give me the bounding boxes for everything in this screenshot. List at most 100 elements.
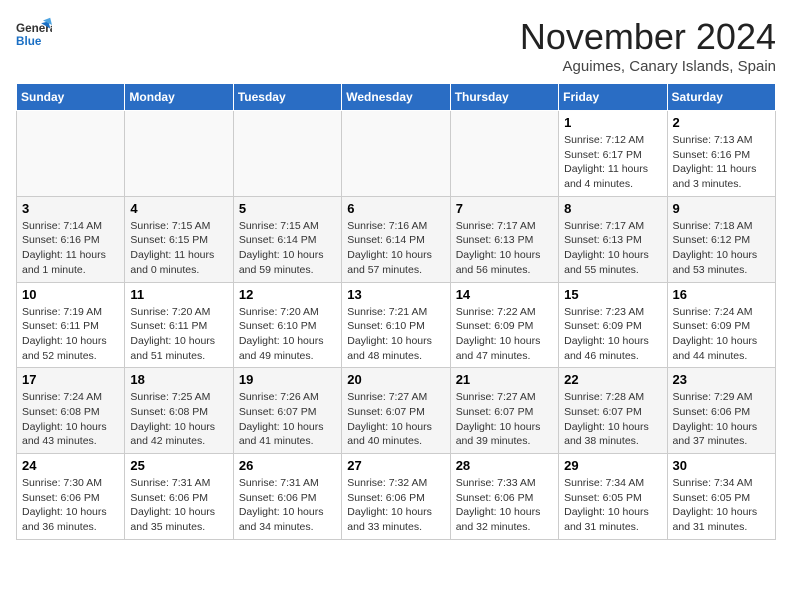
calendar-day-24: 24 Sunrise: 7:30 AMSunset: 6:06 PMDayligh…	[17, 454, 125, 540]
day-number: 3	[22, 201, 119, 216]
day-number: 12	[239, 287, 336, 302]
calendar-day-22: 22 Sunrise: 7:28 AMSunset: 6:07 PMDayligh…	[559, 368, 667, 454]
day-info: Sunrise: 7:26 AMSunset: 6:07 PMDaylight:…	[239, 390, 336, 449]
day-info: Sunrise: 7:28 AMSunset: 6:07 PMDaylight:…	[564, 390, 661, 449]
calendar-day-27: 27 Sunrise: 7:32 AMSunset: 6:06 PMDayligh…	[342, 454, 450, 540]
day-number: 11	[130, 287, 227, 302]
weekday-header-wednesday: Wednesday	[342, 84, 450, 111]
calendar-day-28: 28 Sunrise: 7:33 AMSunset: 6:06 PMDayligh…	[450, 454, 558, 540]
calendar-day-1: 1 Sunrise: 7:12 AMSunset: 6:17 PMDaylight…	[559, 111, 667, 197]
weekday-header-sunday: Sunday	[17, 84, 125, 111]
calendar-week-row: 10 Sunrise: 7:19 AMSunset: 6:11 PMDayligh…	[17, 282, 776, 368]
day-number: 17	[22, 372, 119, 387]
calendar-day-12: 12 Sunrise: 7:20 AMSunset: 6:10 PMDayligh…	[233, 282, 341, 368]
day-number: 27	[347, 458, 444, 473]
day-number: 26	[239, 458, 336, 473]
calendar-day-11: 11 Sunrise: 7:20 AMSunset: 6:11 PMDayligh…	[125, 282, 233, 368]
calendar-week-row: 17 Sunrise: 7:24 AMSunset: 6:08 PMDayligh…	[17, 368, 776, 454]
day-info: Sunrise: 7:16 AMSunset: 6:14 PMDaylight:…	[347, 219, 444, 278]
day-number: 28	[456, 458, 553, 473]
calendar-day-23: 23 Sunrise: 7:29 AMSunset: 6:06 PMDayligh…	[667, 368, 775, 454]
svg-text:Blue: Blue	[16, 35, 42, 48]
calendar-day-8: 8 Sunrise: 7:17 AMSunset: 6:13 PMDaylight…	[559, 196, 667, 282]
page-header: General Blue November 2024 Aguimes, Cana…	[16, 16, 776, 75]
day-info: Sunrise: 7:20 AMSunset: 6:11 PMDaylight:…	[130, 305, 227, 364]
calendar-day-7: 7Sunrise: 7:17 AMSunset: 6:13 PMDaylight…	[450, 196, 558, 282]
day-number: 10	[22, 287, 119, 302]
weekday-header-saturday: Saturday	[667, 84, 775, 111]
calendar-day-16: 16Sunrise: 7:24 AMSunset: 6:09 PMDayligh…	[667, 282, 775, 368]
day-info: Sunrise: 7:22 AMSunset: 6:09 PMDaylight:…	[456, 305, 553, 364]
day-info: Sunrise: 7:27 AMSunset: 6:07 PMDaylight:…	[347, 390, 444, 449]
day-number: 22	[564, 372, 661, 387]
calendar-day-17: 17 Sunrise: 7:24 AMSunset: 6:08 PMDayligh…	[17, 368, 125, 454]
calendar-day-29: 29 Sunrise: 7:34 AMSunset: 6:05 PMDayligh…	[559, 454, 667, 540]
day-info: Sunrise: 7:34 AMSunset: 6:05 PMDaylight:…	[564, 476, 661, 535]
day-number: 4	[130, 201, 227, 216]
day-info: Sunrise: 7:21 AMSunset: 6:10 PMDaylight:…	[347, 305, 444, 364]
calendar-day-6: 6 Sunrise: 7:16 AMSunset: 6:14 PMDaylight…	[342, 196, 450, 282]
calendar-day-18: 18Sunrise: 7:25 AMSunset: 6:08 PMDayligh…	[125, 368, 233, 454]
calendar-day-empty	[125, 111, 233, 197]
weekday-header-friday: Friday	[559, 84, 667, 111]
day-info: Sunrise: 7:13 AMSunset: 6:16 PMDaylight:…	[673, 133, 770, 192]
day-number: 5	[239, 201, 336, 216]
calendar-day-20: 20Sunrise: 7:27 AMSunset: 6:07 PMDayligh…	[342, 368, 450, 454]
day-info: Sunrise: 7:15 AMSunset: 6:15 PMDaylight:…	[130, 219, 227, 278]
calendar-table: SundayMondayTuesdayWednesdayThursdayFrid…	[16, 83, 776, 540]
calendar-day-10: 10 Sunrise: 7:19 AMSunset: 6:11 PMDayligh…	[17, 282, 125, 368]
weekday-header-row: SundayMondayTuesdayWednesdayThursdayFrid…	[17, 84, 776, 111]
calendar-day-30: 30 Sunrise: 7:34 AMSunset: 6:05 PMDayligh…	[667, 454, 775, 540]
month-title: November 2024	[520, 16, 776, 58]
day-info: Sunrise: 7:19 AMSunset: 6:11 PMDaylight:…	[22, 305, 119, 364]
calendar-day-15: 15 Sunrise: 7:23 AMSunset: 6:09 PMDayligh…	[559, 282, 667, 368]
day-number: 13	[347, 287, 444, 302]
day-number: 6	[347, 201, 444, 216]
day-number: 19	[239, 372, 336, 387]
calendar-day-21: 21Sunrise: 7:27 AMSunset: 6:07 PMDayligh…	[450, 368, 558, 454]
day-info: Sunrise: 7:29 AMSunset: 6:06 PMDaylight:…	[673, 390, 770, 449]
calendar-week-row: 24 Sunrise: 7:30 AMSunset: 6:06 PMDayligh…	[17, 454, 776, 540]
day-info: Sunrise: 7:34 AMSunset: 6:05 PMDaylight:…	[673, 476, 770, 535]
day-info: Sunrise: 7:24 AMSunset: 6:08 PMDaylight:…	[22, 390, 119, 449]
day-info: Sunrise: 7:14 AMSunset: 6:16 PMDaylight:…	[22, 219, 119, 278]
day-number: 21	[456, 372, 553, 387]
calendar-day-19: 19 Sunrise: 7:26 AMSunset: 6:07 PMDayligh…	[233, 368, 341, 454]
day-info: Sunrise: 7:33 AMSunset: 6:06 PMDaylight:…	[456, 476, 553, 535]
day-number: 14	[456, 287, 553, 302]
day-info: Sunrise: 7:20 AMSunset: 6:10 PMDaylight:…	[239, 305, 336, 364]
day-number: 23	[673, 372, 770, 387]
day-info: Sunrise: 7:17 AMSunset: 6:13 PMDaylight:…	[564, 219, 661, 278]
weekday-header-thursday: Thursday	[450, 84, 558, 111]
day-info: Sunrise: 7:18 AMSunset: 6:12 PMDaylight:…	[673, 219, 770, 278]
weekday-header-monday: Monday	[125, 84, 233, 111]
calendar-day-5: 5 Sunrise: 7:15 AMSunset: 6:14 PMDaylight…	[233, 196, 341, 282]
calendar-week-row: 3 Sunrise: 7:14 AMSunset: 6:16 PMDaylight…	[17, 196, 776, 282]
day-number: 24	[22, 458, 119, 473]
day-number: 9	[673, 201, 770, 216]
calendar-day-empty	[17, 111, 125, 197]
calendar-day-25: 25Sunrise: 7:31 AMSunset: 6:06 PMDayligh…	[125, 454, 233, 540]
day-info: Sunrise: 7:17 AMSunset: 6:13 PMDaylight:…	[456, 219, 553, 278]
day-number: 29	[564, 458, 661, 473]
calendar-day-empty	[233, 111, 341, 197]
day-number: 15	[564, 287, 661, 302]
day-number: 18	[130, 372, 227, 387]
day-info: Sunrise: 7:12 AMSunset: 6:17 PMDaylight:…	[564, 133, 661, 192]
title-block: November 2024 Aguimes, Canary Islands, S…	[520, 16, 776, 75]
day-info: Sunrise: 7:15 AMSunset: 6:14 PMDaylight:…	[239, 219, 336, 278]
day-number: 2	[673, 115, 770, 130]
calendar-day-14: 14 Sunrise: 7:22 AMSunset: 6:09 PMDayligh…	[450, 282, 558, 368]
day-info: Sunrise: 7:30 AMSunset: 6:06 PMDaylight:…	[22, 476, 119, 535]
day-info: Sunrise: 7:32 AMSunset: 6:06 PMDaylight:…	[347, 476, 444, 535]
day-number: 1	[564, 115, 661, 130]
location-title: Aguimes, Canary Islands, Spain	[520, 58, 776, 75]
day-number: 30	[673, 458, 770, 473]
day-info: Sunrise: 7:23 AMSunset: 6:09 PMDaylight:…	[564, 305, 661, 364]
calendar-day-empty	[342, 111, 450, 197]
day-number: 8	[564, 201, 661, 216]
calendar-day-13: 13 Sunrise: 7:21 AMSunset: 6:10 PMDayligh…	[342, 282, 450, 368]
day-number: 16	[673, 287, 770, 302]
calendar-day-empty	[450, 111, 558, 197]
weekday-header-tuesday: Tuesday	[233, 84, 341, 111]
